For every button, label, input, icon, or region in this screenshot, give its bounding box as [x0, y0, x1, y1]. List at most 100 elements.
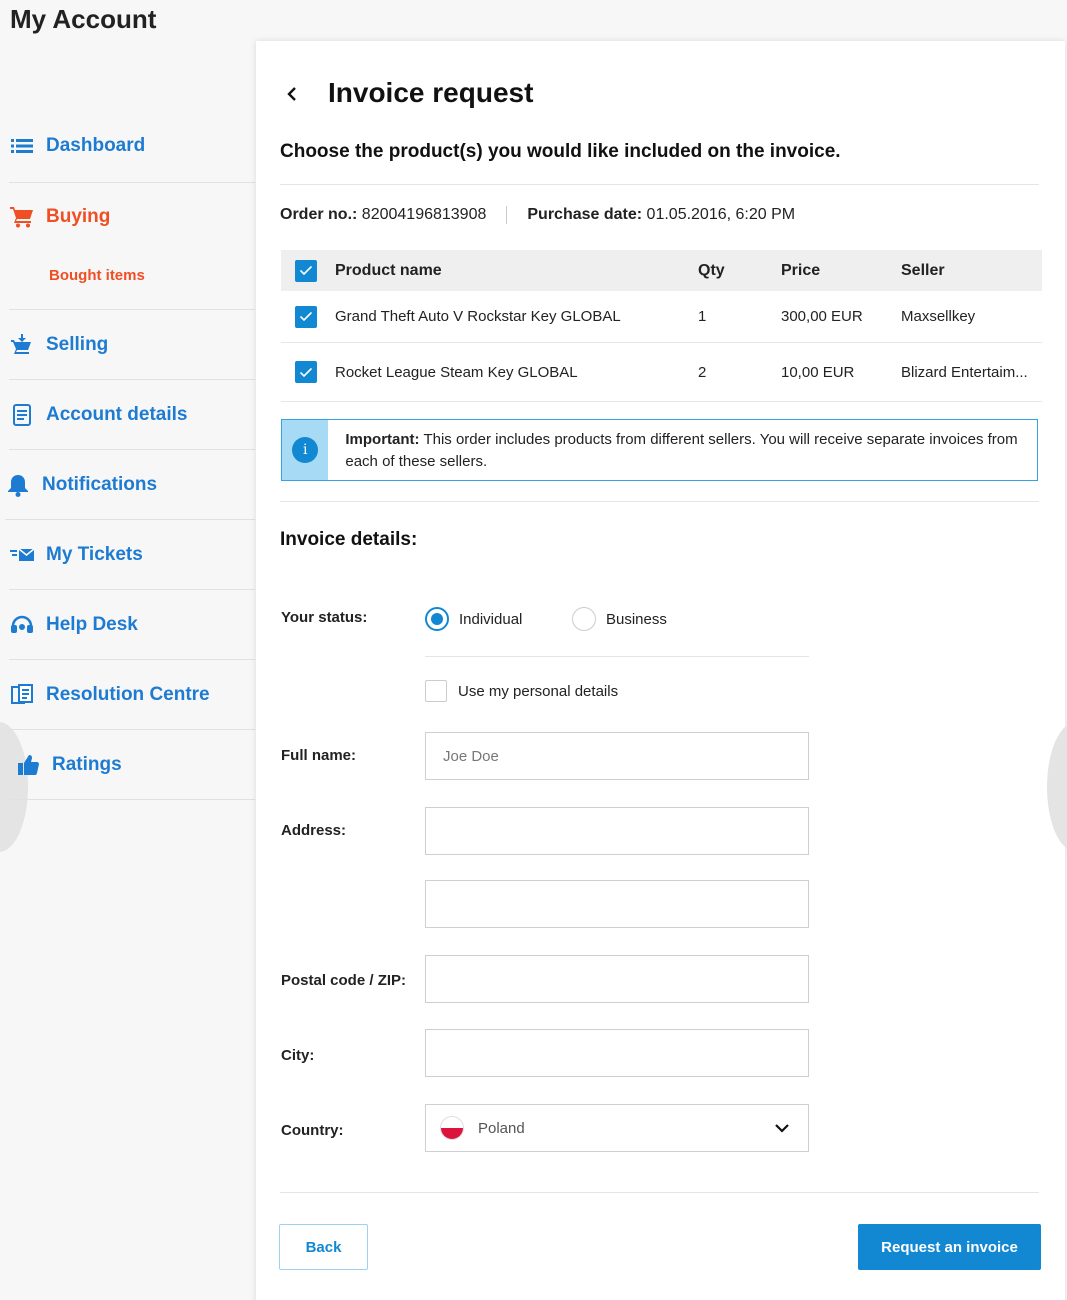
header-product-name: Product name: [335, 261, 442, 279]
sidebar-item-resolution-centre[interactable]: Resolution Centre: [9, 660, 255, 730]
info-message: This order includes products from differ…: [345, 431, 1018, 470]
sell-cart-icon: [9, 333, 35, 357]
product-name: Rocket League Steam Key GLOBAL: [335, 363, 578, 381]
sidebar-item-account-details[interactable]: Account details: [9, 380, 255, 450]
country-label: Country:: [281, 1122, 344, 1139]
product-seller: Blizard Entertaim...: [901, 363, 1028, 381]
sidebar-item-label: Buying: [46, 206, 111, 227]
sidebar-item-notifications[interactable]: Notifications: [5, 450, 255, 520]
sidebar-subitem-bought-items[interactable]: Bought items: [49, 267, 145, 284]
use-personal-details[interactable]: Use my personal details: [425, 680, 618, 702]
info-icon: i: [292, 437, 319, 463]
list-icon: [9, 134, 35, 158]
product-price: 10,00 EUR: [781, 363, 855, 381]
status-label: Your status:: [281, 609, 368, 626]
divider: [280, 1192, 1039, 1193]
sidebar-item-label: Ratings: [52, 753, 122, 775]
address-input-2[interactable]: [443, 895, 791, 913]
sidebar: Dashboard Buying Bought items Selling Ac…: [5, 110, 255, 800]
city-label: City:: [281, 1047, 315, 1064]
personal-details-label: Use my personal details: [458, 682, 619, 700]
order-info: Order no.: 82004196813908 Purchase date:…: [280, 206, 795, 224]
city-input[interactable]: [443, 1044, 791, 1062]
divider: [425, 656, 809, 657]
info-text: Important: This order includes products …: [328, 420, 1037, 480]
order-label: Order no.:: [280, 206, 358, 223]
sidebar-item-label: Dashboard: [46, 135, 146, 156]
address-label: Address:: [281, 822, 347, 839]
table-row: Rocket League Steam Key GLOBAL 2 10,00 E…: [281, 343, 1042, 402]
sidebar-item-dashboard[interactable]: Dashboard: [9, 110, 255, 183]
row-checkbox[interactable]: [295, 305, 317, 328]
sidebar-item-help-desk[interactable]: Help Desk: [9, 590, 255, 660]
product-qty: 2: [698, 363, 707, 381]
radio-business[interactable]: Business: [572, 607, 667, 631]
sidebar-item-label: My Tickets: [46, 543, 143, 565]
intro-text: Choose the product(s) you would like inc…: [280, 141, 841, 162]
sidebar-item-ratings[interactable]: Ratings: [9, 730, 255, 800]
radio-dot[interactable]: [572, 607, 596, 631]
radio-individual[interactable]: Individual: [425, 607, 522, 631]
divider: [280, 501, 1039, 502]
postal-input[interactable]: [443, 970, 791, 988]
purchase-date-label: Purchase date:: [527, 206, 643, 223]
sidebar-item-label: Resolution Centre: [46, 683, 210, 705]
ticket-icon: [9, 543, 35, 567]
product-price: 300,00 EUR: [781, 308, 863, 325]
info-side: i: [282, 420, 329, 480]
sidebar-item-selling[interactable]: Selling: [9, 310, 255, 380]
thumbs-up-icon: [15, 753, 41, 777]
sidebar-item-label: Help Desk: [46, 613, 138, 635]
select-all-checkbox[interactable]: [295, 259, 317, 282]
product-qty: 1: [698, 308, 707, 325]
country-value: Poland: [478, 1119, 525, 1137]
country-select[interactable]: Poland: [425, 1104, 809, 1152]
header-seller: Seller: [901, 261, 945, 279]
info-notice: i Important: This order includes product…: [281, 419, 1038, 481]
purchase-date: 01.05.2016, 6:20 PM: [646, 206, 796, 223]
sidebar-item-my-tickets[interactable]: My Tickets: [9, 520, 255, 590]
papers-icon: [9, 683, 35, 707]
header-qty: Qty: [698, 261, 725, 279]
product-seller: Maxsellkey: [901, 308, 976, 325]
postal-label: Postal code / ZIP:: [281, 972, 407, 989]
sidebar-item-label: Account details: [46, 403, 188, 425]
address-input-1[interactable]: [443, 822, 791, 840]
cart-icon: [9, 205, 35, 229]
table-row: Grand Theft Auto V Rockstar Key GLOBAL 1…: [281, 291, 1042, 343]
sidebar-item-label: Notifications: [42, 473, 158, 495]
table-header: Product name Qty Price Seller: [281, 250, 1042, 291]
postal-field[interactable]: [425, 955, 809, 1003]
radio-label: Business: [606, 610, 667, 628]
order-number: 82004196813908: [361, 206, 487, 223]
city-field[interactable]: [425, 1029, 809, 1077]
row-checkbox[interactable]: [295, 361, 317, 383]
address-field-1[interactable]: [425, 807, 809, 855]
fullname-label: Full name:: [281, 747, 357, 764]
radio-dot[interactable]: [425, 607, 449, 631]
fullname-field[interactable]: [425, 732, 809, 780]
request-invoice-button[interactable]: Request an invoice: [858, 1224, 1041, 1270]
invoice-request-panel: Invoice request Choose the product(s) yo…: [256, 41, 1065, 1300]
divider: [280, 184, 1039, 185]
chevron-down-icon[interactable]: [774, 1121, 790, 1138]
sidebar-item-label: Selling: [46, 333, 109, 355]
radio-label: Individual: [459, 610, 523, 628]
headset-icon: [9, 613, 35, 637]
info-strong: Important:: [345, 431, 420, 448]
panel-title: Invoice request: [328, 77, 534, 108]
product-name: Grand Theft Auto V Rockstar Key GLOBAL: [335, 308, 621, 325]
invoice-details-title: Invoice details:: [280, 529, 418, 550]
sidebar-item-buying[interactable]: Buying Bought items: [9, 183, 255, 310]
address-field-2[interactable]: [425, 880, 809, 928]
products-table: Product name Qty Price Seller Grand Thef…: [281, 250, 1042, 402]
back-button[interactable]: Back: [279, 1224, 368, 1270]
chevron-left-icon[interactable]: [284, 83, 300, 105]
poland-flag-icon: [440, 1116, 464, 1140]
fullname-input[interactable]: [443, 747, 791, 765]
header-price: Price: [781, 261, 821, 279]
personal-details-checkbox[interactable]: [425, 680, 447, 702]
document-icon: [9, 403, 35, 427]
page-title: My Account: [10, 4, 157, 34]
divider: [506, 206, 508, 224]
